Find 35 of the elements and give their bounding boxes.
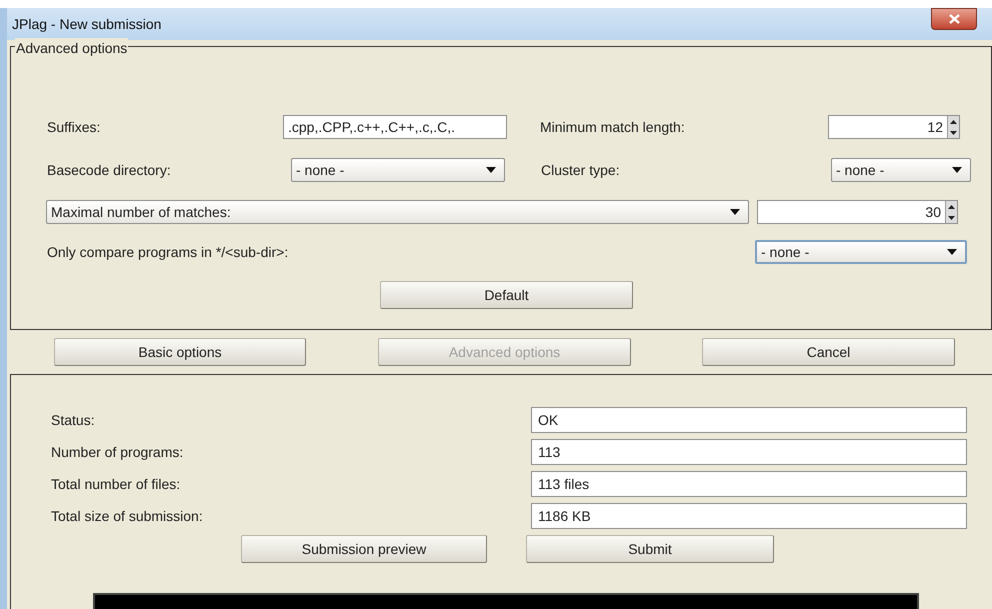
close-button[interactable] [931,8,977,30]
dropdown[interactable]: - none - [291,158,505,182]
readout-field: 1186 KB [531,503,967,529]
button[interactable]: Cancel [702,338,955,366]
dropdown-arrow-icon [486,167,496,173]
readout-field: 113 [531,439,967,465]
spinner-arrows[interactable] [947,116,959,138]
suffixes-field[interactable]: .cpp,.CPP,.c++,.C++,.c,.C,. [283,115,507,139]
dropdown-arrow-icon [730,209,740,215]
close-icon [948,14,960,24]
readout-field: OK [531,407,967,433]
dropdown[interactable]: - none - [755,240,967,264]
panel-legend: Advanced options [15,38,128,59]
number-spinner[interactable]: 12 [828,115,960,139]
button[interactable]: Default [380,281,633,309]
field-label: Only compare programs in */<sub-dir>: [47,242,290,262]
dropdown-arrow-icon [947,249,957,255]
field-label: Total size of submission: [51,506,204,526]
spinner-arrows[interactable] [945,201,957,223]
field-label: Total number of files: [51,474,182,494]
dropdown[interactable]: Maximal number of matches: [46,200,749,224]
button[interactable]: Submission preview [241,535,487,563]
dropdown-arrow-icon [952,167,962,173]
button[interactable]: Basic options [54,338,306,366]
field-label: Status: [51,410,96,430]
number-spinner[interactable]: 30 [757,200,958,224]
field-label: Number of programs: [51,442,184,462]
field-label: Cluster type: [541,160,621,180]
window-title: JPlag - New submission [12,14,162,34]
button[interactable]: Submit [526,535,774,563]
readout-field: 113 files [531,471,967,497]
field-label: Suffixes: [47,118,102,136]
field-label: Basecode directory: [47,160,172,180]
field-label: Minimum match length: [540,118,686,137]
dropdown[interactable]: - none - [831,158,971,182]
